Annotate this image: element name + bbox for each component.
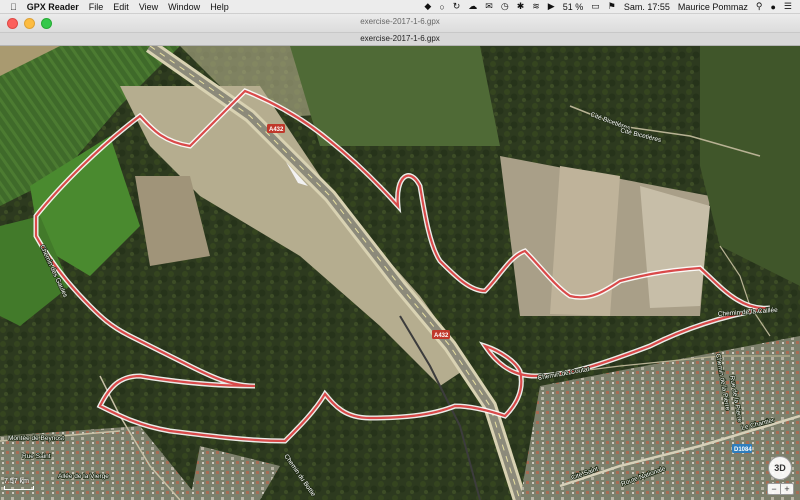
flag-icon[interactable]: ⚑ — [608, 1, 616, 12]
search-icon[interactable]: ⚲ — [756, 1, 763, 12]
menu-clock[interactable]: Sam. 17:55 — [624, 2, 670, 12]
wifi-icon[interactable]: ≋ — [532, 1, 540, 12]
map-scale-label: 7.57 km — [4, 478, 29, 485]
field-top-center — [290, 46, 500, 146]
map-scale-bar — [4, 486, 34, 490]
label-montee-beynost: Montée de Beynost — [8, 435, 64, 442]
menu-user[interactable]: Maurice Pommaz — [678, 2, 748, 12]
dropbox-icon[interactable]: ◆ — [424, 1, 431, 12]
zoom-out-button[interactable]: − — [768, 484, 781, 494]
map-view[interactable]: A432 A432 D1084 Cité Bicetières Cité Bic… — [0, 46, 800, 500]
menu-app-name[interactable]: GPX Reader — [27, 2, 79, 12]
battery-icon[interactable]: ▭ — [591, 1, 600, 12]
window-title: exercise-2017-1-6.gpx — [360, 17, 440, 26]
cloud-icon[interactable]: ☁ — [468, 1, 477, 12]
apple-icon[interactable]:  — [10, 2, 17, 12]
battery-percent[interactable]: 51 % — [563, 2, 584, 12]
bluetooth-icon[interactable]: ✱ — [517, 1, 525, 12]
satellite-map: A432 A432 D1084 Cité Bicetières Cité Bic… — [0, 46, 800, 500]
menu-edit[interactable]: Edit — [113, 2, 129, 12]
siri-icon[interactable]: ● — [770, 2, 775, 12]
d1084-shield: D1084 — [732, 444, 752, 453]
menu-bar:  GPX Reader File Edit View Window Help … — [0, 0, 800, 14]
clock-icon[interactable]: ◷ — [501, 1, 509, 12]
menu-help[interactable]: Help — [210, 2, 229, 12]
volume-icon[interactable]: ▶ — [548, 1, 555, 12]
d1084-shield-label: D1084 — [734, 447, 752, 453]
a432-shield-2-label: A432 — [434, 333, 449, 339]
status-icon[interactable]: ○ — [439, 2, 444, 12]
menu-window[interactable]: Window — [168, 2, 200, 12]
bare-field-stripe — [550, 166, 620, 316]
label-allee-vierge: Allée de la Vierge — [58, 473, 109, 480]
menu-file[interactable]: File — [89, 2, 104, 12]
a432-shield-1: A432 — [267, 124, 285, 133]
a432-shield-1-label: A432 — [269, 127, 284, 133]
zoom-in-button[interactable]: + — [781, 484, 793, 494]
mail-icon[interactable]: ✉ — [485, 1, 493, 12]
document-bar: exercise-2017-1-6.gpx — [0, 33, 800, 46]
menu-view[interactable]: View — [139, 2, 158, 12]
bare-field-stripe-2 — [640, 186, 710, 308]
map-scale: 7.57 km — [4, 478, 34, 490]
window-titlebar: exercise-2017-1-6.gpx — [0, 14, 800, 33]
a432-shield-2: A432 — [432, 330, 450, 339]
notification-icon[interactable]: ☰ — [784, 1, 792, 12]
map-zoom-control: − + — [767, 483, 794, 495]
map-3d-button[interactable]: 3D — [768, 456, 792, 480]
sync-icon[interactable]: ↻ — [453, 1, 461, 12]
label-rue-saint: Rue Saint — [22, 453, 51, 460]
